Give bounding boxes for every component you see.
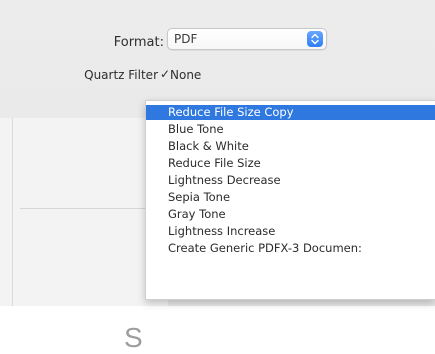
- menu-item-reduce-file-size[interactable]: Reduce File Size: [146, 156, 435, 171]
- format-label: Format:: [113, 35, 164, 50]
- quartz-filter-current-value[interactable]: None: [170, 68, 201, 82]
- menu-item-sepia-tone[interactable]: Sepia Tone: [146, 190, 435, 205]
- menu-item-black-white[interactable]: Black & White: [146, 139, 435, 154]
- menu-item-blue-tone[interactable]: Blue Tone: [146, 122, 435, 137]
- quartz-filter-label: Quartz Filter: [84, 68, 158, 82]
- format-value: PDF: [174, 32, 198, 46]
- checkmark-icon: ✓: [160, 67, 171, 81]
- preview-letter: S: [124, 322, 143, 353]
- format-popup-button[interactable]: PDF: [167, 28, 327, 50]
- menu-item-create-generic-pdfx3[interactable]: Create Generic PDFX-3 Documen:: [146, 241, 435, 256]
- up-down-chevron-icon: [307, 31, 323, 47]
- menu-item-gray-tone[interactable]: Gray Tone: [146, 207, 435, 222]
- menu-item-lightness-increase[interactable]: Lightness Increase: [146, 224, 435, 239]
- quartz-filter-menu: Reduce File Size Copy Blue Tone Black & …: [145, 100, 435, 300]
- menu-item-reduce-file-size-copy[interactable]: Reduce File Size Copy: [146, 105, 435, 120]
- document-preview: S: [0, 118, 168, 353]
- menu-item-lightness-decrease[interactable]: Lightness Decrease: [146, 173, 435, 188]
